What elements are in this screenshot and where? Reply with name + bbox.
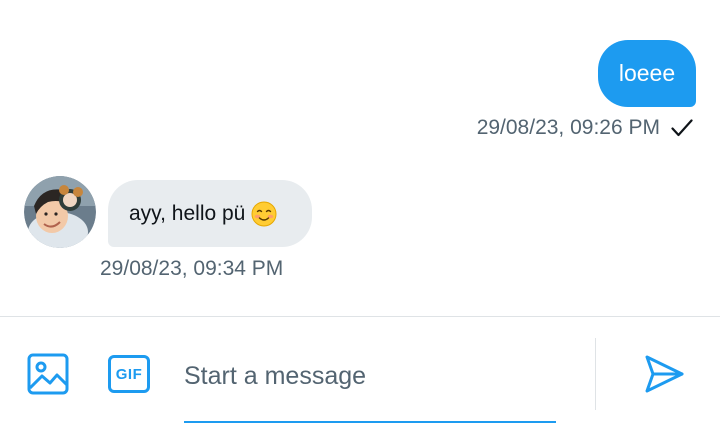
- composer-vertical-divider: [595, 338, 596, 410]
- smiling-face-icon: [251, 201, 277, 226]
- gif-icon: GIF: [108, 355, 150, 393]
- message-input[interactable]: [184, 350, 556, 402]
- outgoing-message-text: loeee: [618, 60, 676, 86]
- dm-conversation-screen: loeee 29/08/23, 09:26 PM ayy, hello pü 2…: [0, 0, 720, 433]
- gif-button[interactable]: GIF: [106, 352, 152, 396]
- send-icon: [645, 355, 684, 393]
- message-input-wrapper: [184, 350, 556, 424]
- outgoing-message-timestamp: 29/08/23, 09:26 PM: [476, 116, 660, 139]
- outgoing-message-meta: 29/08/23, 09:26 PM: [477, 116, 694, 140]
- incoming-message-timestamp: 29/08/23, 09:34 PM: [100, 257, 284, 280]
- incoming-message-text: ayy, hello pü: [129, 201, 246, 225]
- media-button[interactable]: [26, 352, 70, 396]
- composer-divider: [0, 316, 720, 317]
- outgoing-message-bubble[interactable]: loeee: [598, 40, 696, 107]
- incoming-message-bubble[interactable]: ayy, hello pü: [108, 180, 312, 247]
- avatar-image: [24, 176, 96, 248]
- send-button[interactable]: [640, 350, 688, 398]
- gif-label: GIF: [115, 365, 143, 383]
- check-icon: [671, 119, 693, 137]
- avatar[interactable]: [24, 176, 96, 248]
- image-icon: [27, 353, 69, 395]
- message-input-underline: [184, 421, 556, 423]
